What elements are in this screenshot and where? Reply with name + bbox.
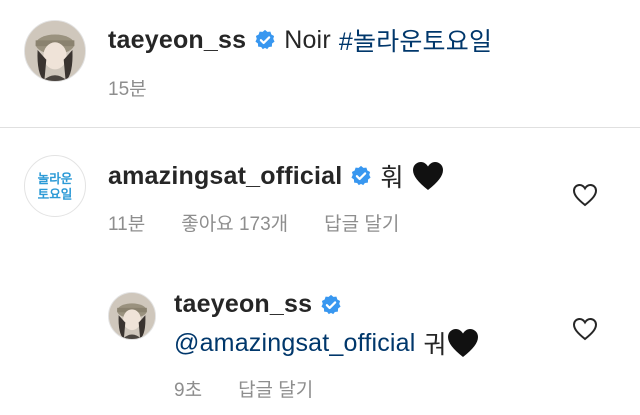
caption-time[interactable]: 15분	[108, 74, 147, 101]
black-heart-emoji-icon	[447, 329, 478, 357]
caption-username[interactable]: taeyeon_ss	[108, 26, 246, 55]
profile-photo-icon	[25, 21, 85, 81]
comment-meta: 11분 좋아요 173개 답글 달기	[108, 209, 399, 236]
caption-meta: 15분	[108, 74, 147, 101]
verified-badge-icon	[321, 294, 341, 314]
verified-badge-icon	[255, 29, 275, 50]
reply-username[interactable]: taeyeon_ss	[174, 290, 312, 319]
comment-username[interactable]: amazingsat_official	[108, 162, 342, 191]
reply-reply-button[interactable]: 답글 달기	[238, 375, 313, 402]
svg-text:놀라운: 놀라운	[38, 171, 73, 186]
reply-avatar[interactable]	[108, 292, 156, 340]
reply-text: 궈	[423, 331, 447, 359]
comment-avatar[interactable]: 놀라운 토요일	[24, 155, 86, 217]
comment-text: 훠	[380, 164, 404, 192]
verified-badge-icon	[351, 165, 371, 186]
reply-mention[interactable]: @amazingsat_official	[174, 329, 416, 358]
svg-text:토요일: 토요일	[38, 187, 73, 202]
profile-photo-icon	[109, 293, 155, 339]
amazing-saturday-logo-icon: 놀라운 토요일	[25, 156, 85, 216]
comment-time[interactable]: 11분	[108, 209, 145, 236]
caption-hashtag[interactable]: #놀라운토요일	[339, 22, 492, 58]
reply-body-line: @amazingsat_official 궈	[174, 325, 479, 361]
reply-time[interactable]: 9초	[174, 375, 202, 402]
comment-reply-button[interactable]: 답글 달기	[324, 209, 399, 236]
caption-text: Noir	[284, 25, 331, 54]
caption-avatar[interactable]	[24, 20, 86, 82]
comment-line: amazingsat_official 훠	[108, 158, 444, 194]
like-heart-icon[interactable]	[572, 183, 598, 207]
reply-meta: 9초 답글 달기	[174, 375, 313, 402]
reply-header-line: taeyeon_ss	[174, 290, 342, 319]
comment-likes[interactable]: 좋아요 173개	[181, 209, 288, 236]
caption-line: taeyeon_ss Noir #놀라운토요일	[108, 22, 492, 58]
black-heart-emoji-icon	[412, 162, 443, 190]
like-heart-icon[interactable]	[572, 317, 598, 341]
divider	[0, 127, 640, 128]
